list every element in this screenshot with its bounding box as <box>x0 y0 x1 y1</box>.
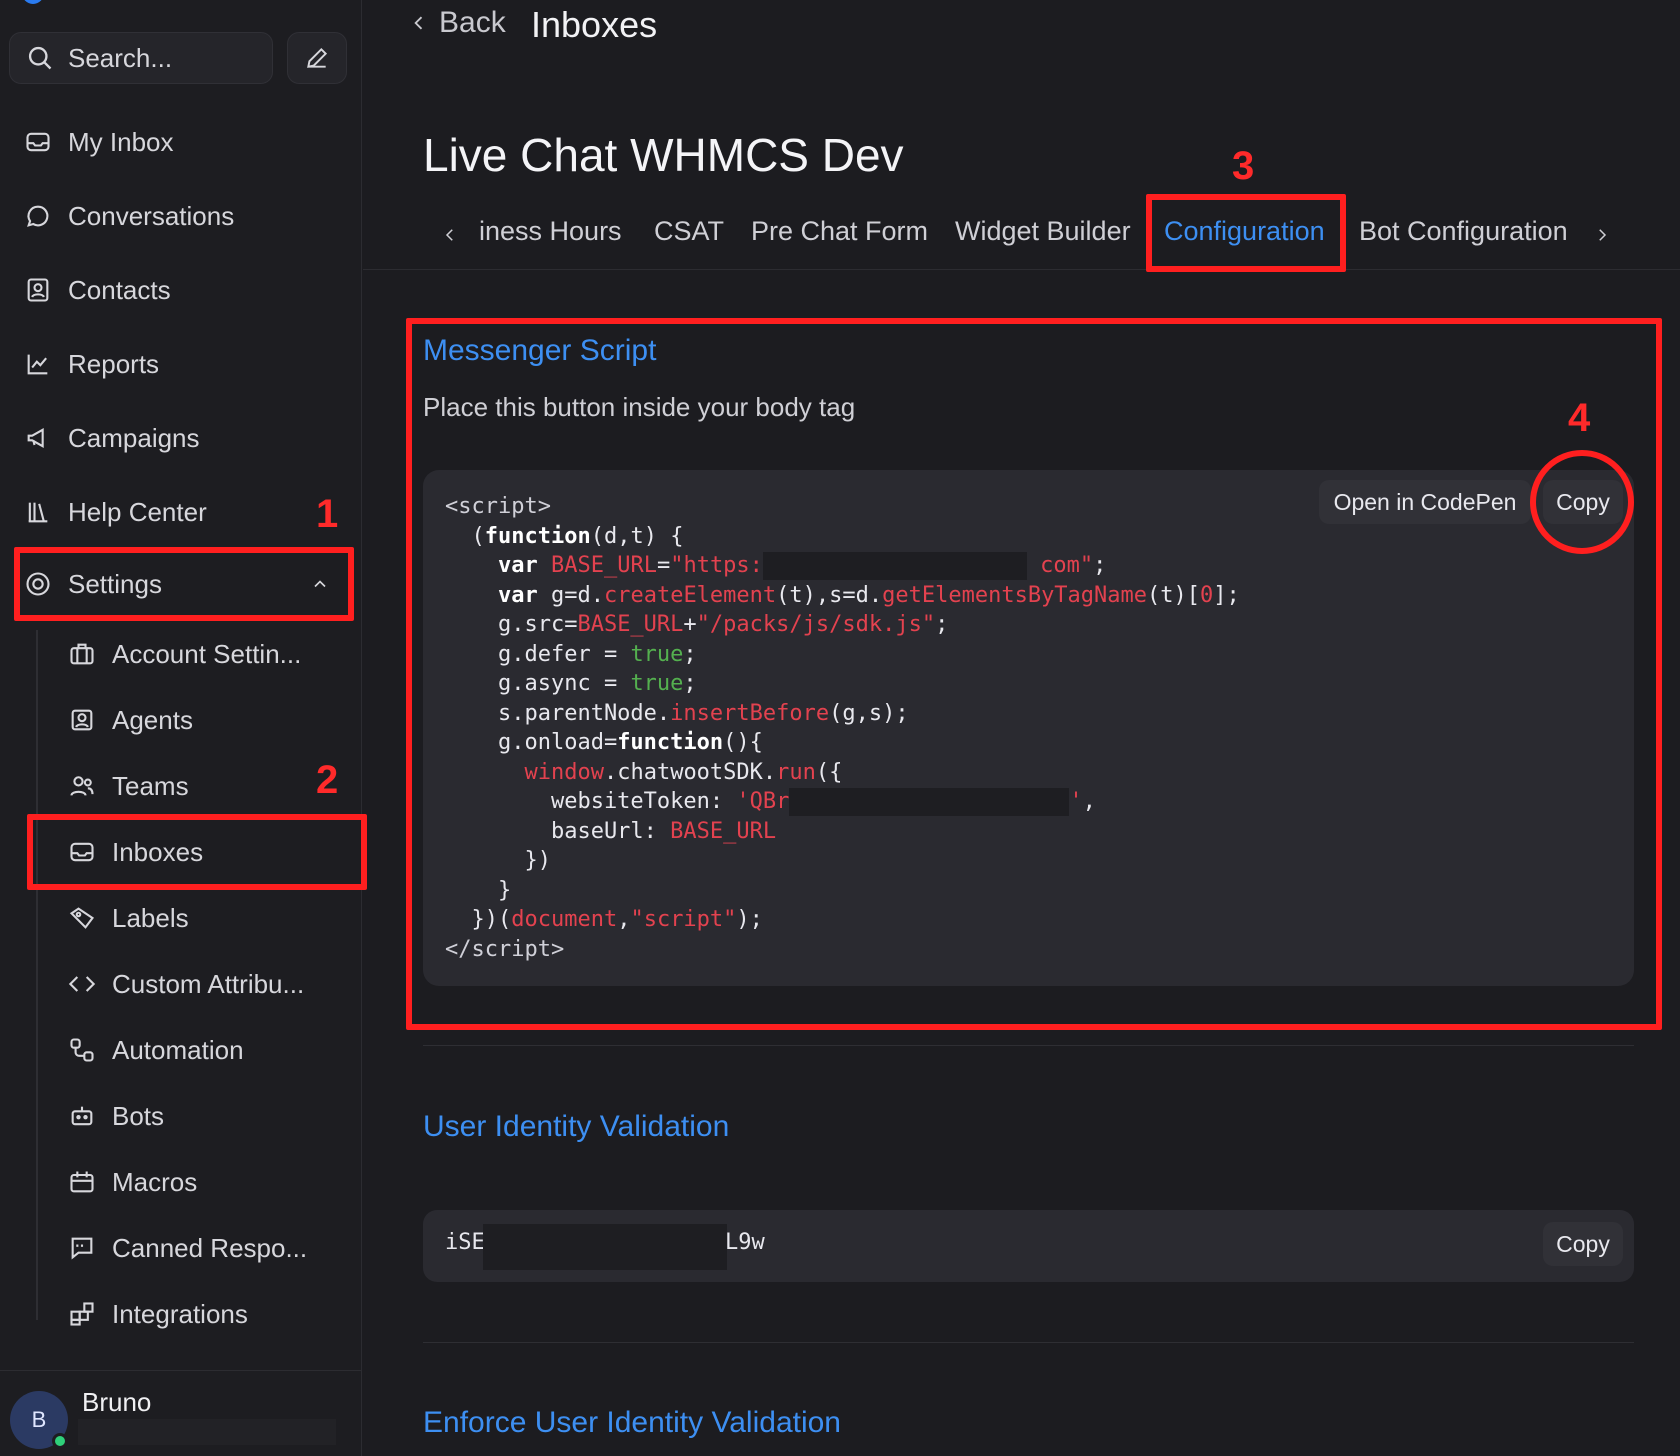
nav-my-inbox[interactable]: My Inbox <box>22 120 174 164</box>
settings-item-label: Bots <box>112 1100 165 1131</box>
settings-custom-attributes[interactable]: Custom Attribu... <box>66 962 304 1006</box>
settings-labels[interactable]: Labels <box>66 896 189 940</box>
settings-item-label: Canned Respo... <box>112 1232 308 1263</box>
library-icon <box>22 496 54 528</box>
nav-label: Help Center <box>68 496 207 527</box>
section-divider <box>423 1342 1634 1343</box>
search-icon <box>28 46 52 70</box>
search-placeholder: Search... <box>68 42 173 73</box>
hmac-token-end: L9w <box>725 1230 765 1255</box>
flow-icon <box>66 1034 98 1066</box>
people-icon <box>66 770 98 802</box>
annotation-circle-copy <box>1530 450 1634 554</box>
copy-hmac-button[interactable]: Copy <box>1543 1222 1623 1266</box>
nav-conversations[interactable]: Conversations <box>22 194 234 238</box>
user-profile[interactable]: B Bruno <box>0 1370 362 1456</box>
settings-item-label: Teams <box>112 770 189 801</box>
briefcase-icon <box>66 638 98 670</box>
online-status-dot <box>52 1433 68 1449</box>
brand-area <box>0 0 362 8</box>
nav-contacts[interactable]: Contacts <box>22 268 171 312</box>
megaphone-icon <box>22 422 54 454</box>
nav-label: Campaigns <box>68 422 200 453</box>
line-chart-icon <box>22 348 54 380</box>
settings-macros[interactable]: Macros <box>66 1160 197 1204</box>
annotation-number-3: 3 <box>1232 144 1255 188</box>
code-icon <box>66 968 98 1000</box>
section-divider <box>423 1045 1634 1046</box>
back-label: Back <box>439 6 506 39</box>
user-identity-validation-title: User Identity Validation <box>423 1110 730 1143</box>
calendar-icon <box>66 1166 98 1198</box>
tab-business-hours[interactable]: iness Hours <box>479 216 622 247</box>
puzzle-icon <box>66 1298 98 1330</box>
nav-reports[interactable]: Reports <box>22 342 159 386</box>
annotation-box-inboxes <box>27 814 367 890</box>
user-email-redacted <box>78 1419 336 1445</box>
hmac-token-start: iSE <box>445 1230 485 1255</box>
hmac-token-field: iSE L9w Copy <box>423 1210 1634 1282</box>
settings-account-settings[interactable]: Account Settin... <box>66 632 301 676</box>
pencil-icon <box>307 47 328 68</box>
robot-icon <box>66 1100 98 1132</box>
settings-item-label: Account Settin... <box>112 638 302 669</box>
annotation-box-settings <box>14 547 354 621</box>
hmac-token-redacted <box>483 1224 727 1270</box>
nav-help-center[interactable]: Help Center <box>22 490 207 534</box>
settings-integrations[interactable]: Integrations <box>66 1292 248 1336</box>
compose-button[interactable] <box>287 32 347 84</box>
nav-campaigns[interactable]: Campaigns <box>22 416 200 460</box>
settings-tree-line <box>36 630 38 1320</box>
settings-item-label: Integrations <box>112 1298 248 1329</box>
settings-automation[interactable]: Automation <box>66 1028 244 1072</box>
message-square-icon <box>66 1232 98 1264</box>
annotation-number-4: 4 <box>1568 396 1591 440</box>
tab-csat[interactable]: CSAT <box>654 216 724 247</box>
chat-bubble-icon <box>22 200 54 232</box>
nav-label: My Inbox <box>68 126 174 157</box>
nav-label: Conversations <box>68 200 235 231</box>
annotation-number-2: 2 <box>316 758 339 802</box>
user-name: Bruno <box>82 1387 152 1417</box>
tag-icon <box>66 902 98 934</box>
settings-canned-responses[interactable]: Canned Respo... <box>66 1226 307 1270</box>
contact-card-icon <box>22 274 54 306</box>
settings-teams[interactable]: Teams <box>66 764 189 808</box>
annotation-box-configuration <box>1146 194 1346 272</box>
settings-agents[interactable]: Agents <box>66 698 193 742</box>
settings-item-label: Macros <box>112 1166 198 1197</box>
brand-logo <box>22 0 44 4</box>
tab-bot-configuration[interactable]: Bot Configuration <box>1359 216 1568 247</box>
back-button[interactable]: Back <box>409 6 506 40</box>
nav-label: Contacts <box>68 274 171 305</box>
inbox-icon <box>22 126 54 158</box>
tab-scroll-right-icon[interactable] <box>1593 224 1611 246</box>
settings-item-label: Agents <box>112 704 193 735</box>
sidebar: Search... My Inbox Conversations Contact… <box>0 0 362 1456</box>
chevron-left-icon <box>414 16 423 30</box>
settings-bots[interactable]: Bots <box>66 1094 164 1138</box>
user-square-icon <box>66 704 98 736</box>
annotation-box-messenger-script <box>406 318 1662 1030</box>
settings-item-label: Custom Attribu... <box>112 968 305 999</box>
nav-label: Reports <box>68 348 160 379</box>
app-window: Search... My Inbox Conversations Contact… <box>0 0 1680 1456</box>
tab-bar: iness Hours CSAT Pre Chat Form Widget Bu… <box>363 200 1680 270</box>
search-input[interactable]: Search... <box>9 32 273 84</box>
tab-scroll-left-icon[interactable] <box>441 224 459 246</box>
settings-item-label: Automation <box>112 1034 244 1065</box>
tab-pre-chat-form[interactable]: Pre Chat Form <box>751 216 928 247</box>
tab-widget-builder[interactable]: Widget Builder <box>955 216 1131 247</box>
enforce-identity-validation-title: Enforce User Identity Validation <box>423 1406 841 1439</box>
settings-item-label: Labels <box>112 902 189 933</box>
page-title: Live Chat WHMCS Dev <box>423 129 904 181</box>
annotation-number-1: 1 <box>316 492 339 536</box>
breadcrumb-title: Inboxes <box>531 4 658 45</box>
